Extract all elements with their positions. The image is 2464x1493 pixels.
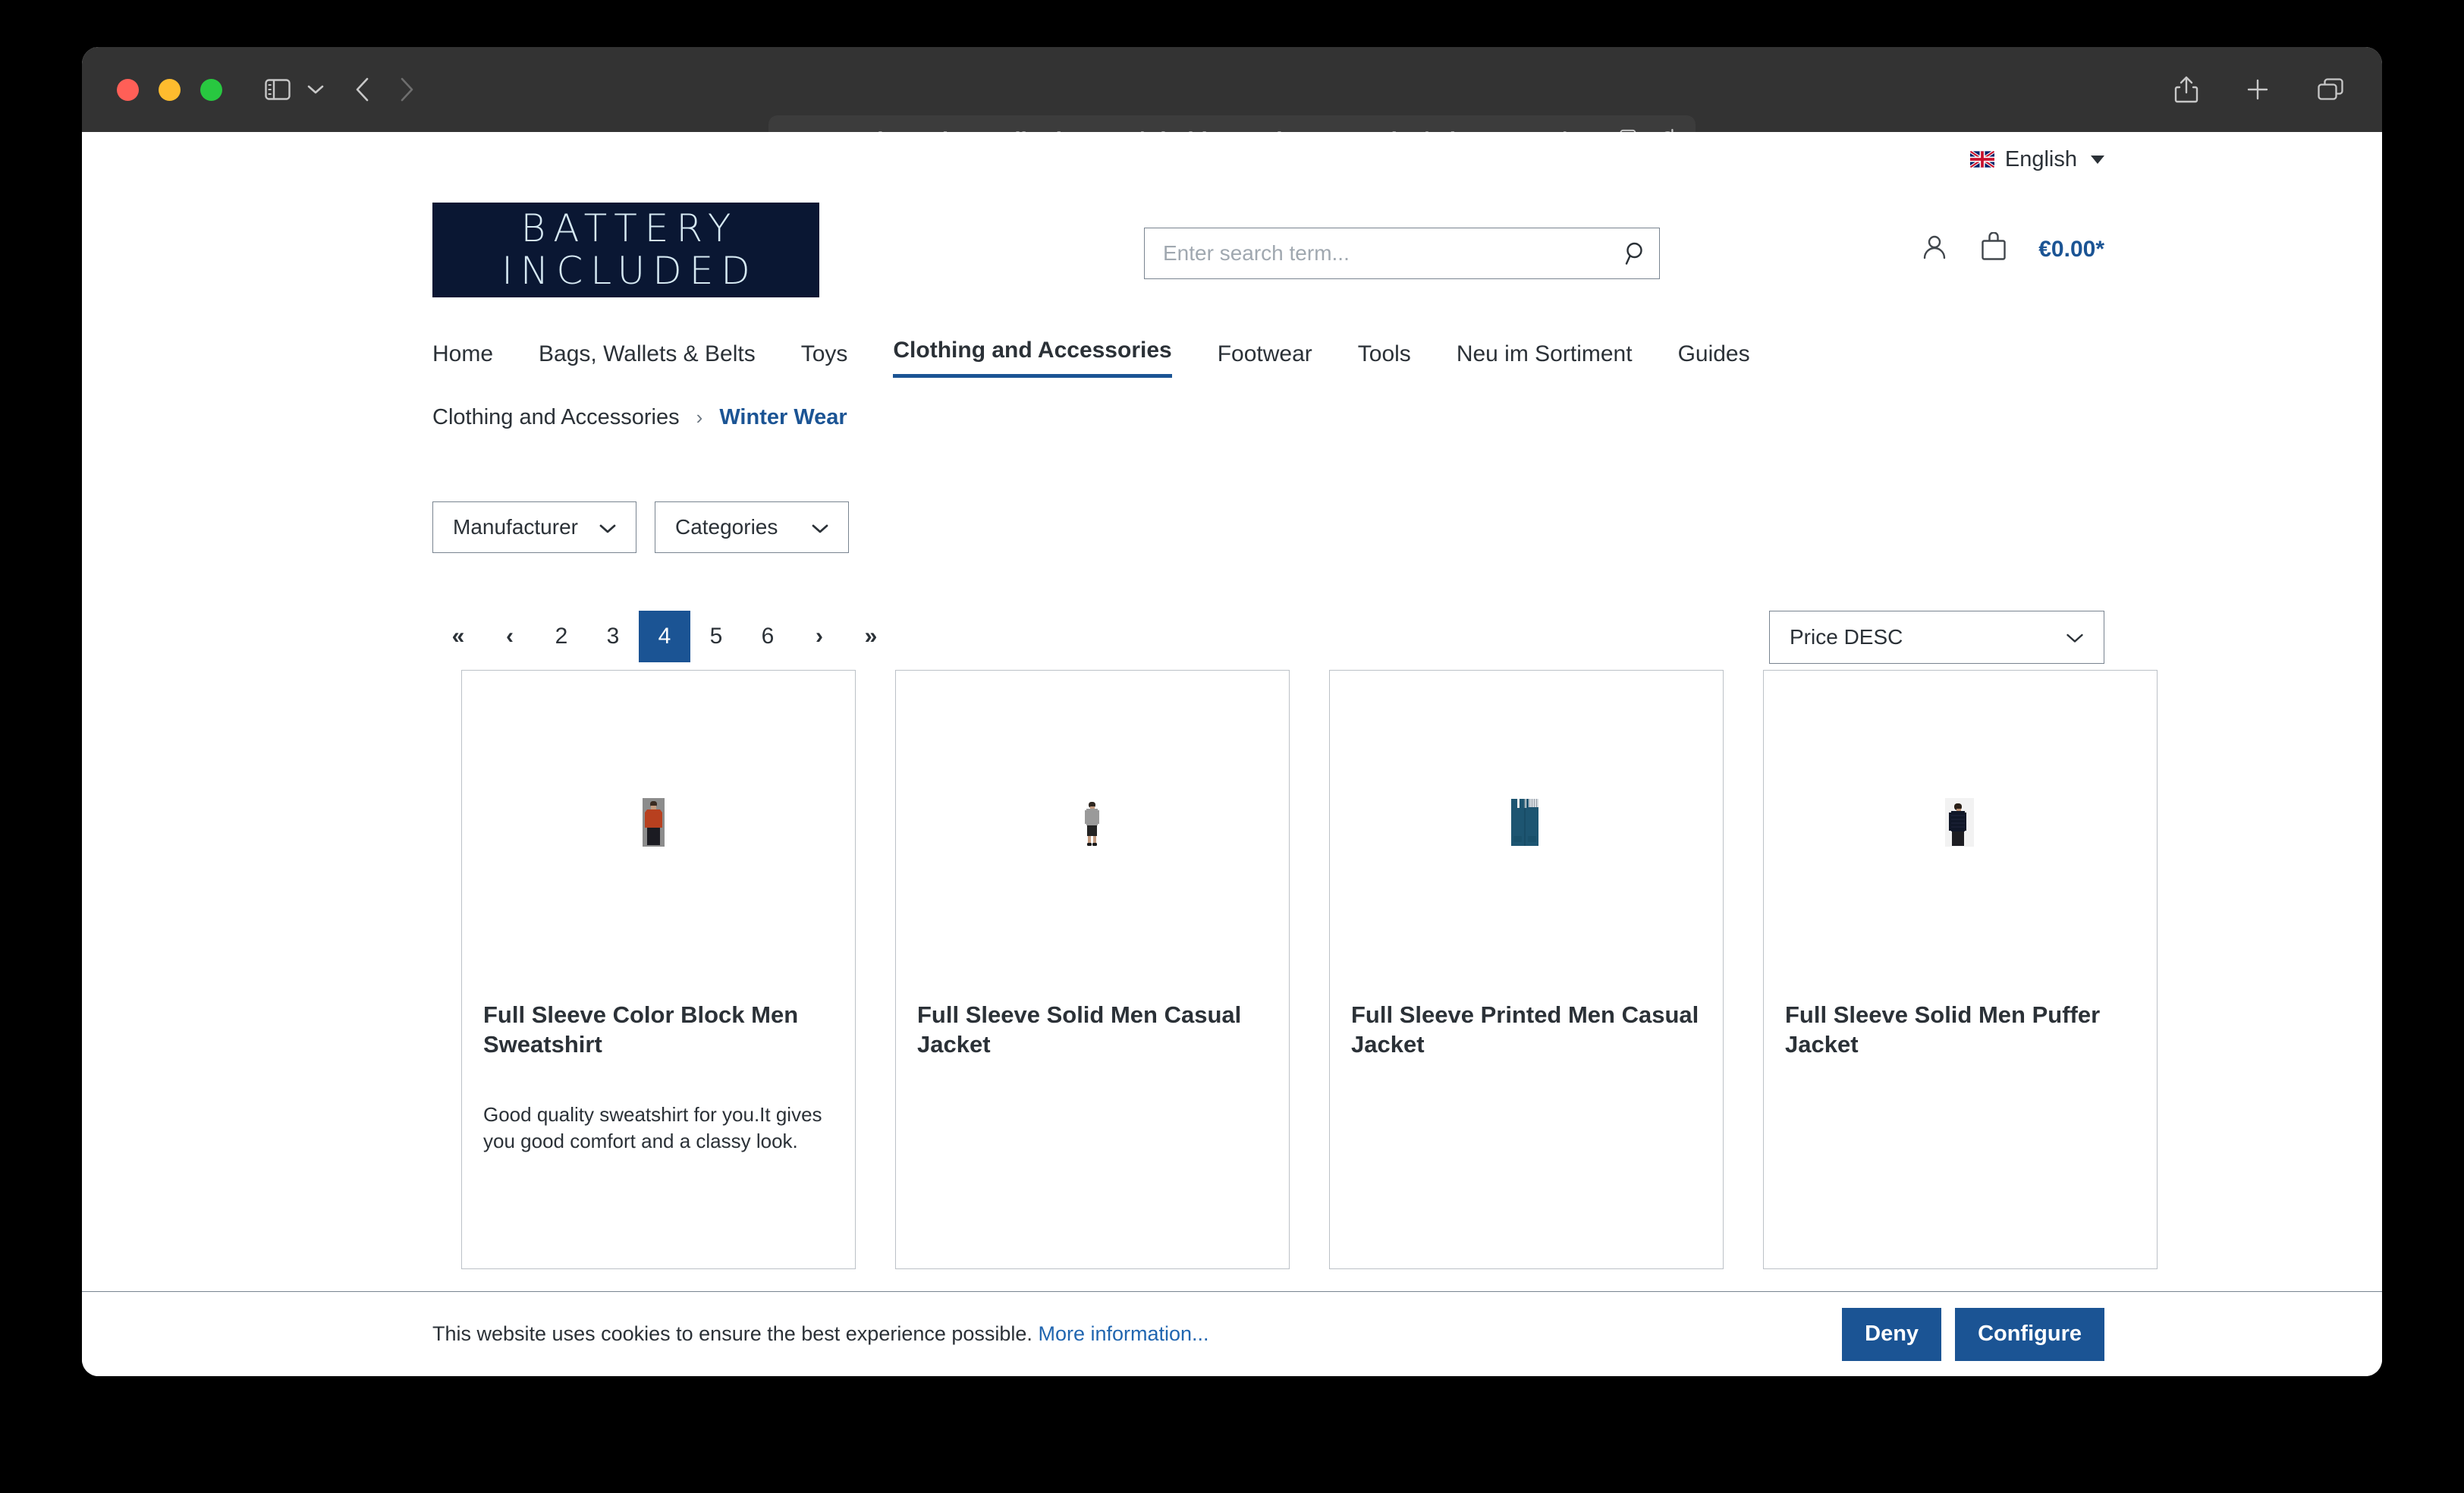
browser-titlebar: demoshop1.elio-dev.com/Clothing-and-Acce… (82, 47, 2382, 132)
sort-select[interactable]: Price DESC (1769, 611, 2104, 664)
product-image-jacket-teal (1501, 797, 1552, 848)
search-submit-button[interactable] (1623, 240, 1649, 266)
site-header: BATTERY INCLUDED (82, 176, 2382, 305)
product-image-container (1330, 671, 1723, 974)
maximize-window-button[interactable] (200, 79, 222, 101)
pagination-next[interactable]: › (794, 611, 845, 662)
product-description (1764, 1059, 2157, 1102)
page-viewport: English BATTERY INCLUDED (82, 132, 2382, 1376)
listing-controls: « ‹ 2 3 4 5 6 › » Price DESC (82, 553, 2382, 652)
nav-item-guides[interactable]: Guides (1678, 341, 1750, 378)
site-logo[interactable]: BATTERY INCLUDED (432, 203, 819, 297)
product-image-jacket-grey (1067, 797, 1118, 848)
filter-panel: Manufacturer Categories (82, 430, 2382, 553)
header-actions: €0.00* (1920, 232, 2104, 266)
configure-cookies-button[interactable]: Configure (1955, 1308, 2104, 1361)
cookie-banner-message: This website uses cookies to ensure the … (432, 1322, 1032, 1345)
product-description: Good quality sweatshirt for you.It gives… (462, 1059, 855, 1155)
pagination-page-2[interactable]: 2 (536, 611, 587, 662)
account-icon[interactable] (1920, 233, 1949, 266)
nav-item-toys[interactable]: Toys (801, 341, 848, 378)
cookie-banner-actions: Deny Configure (1842, 1308, 2104, 1361)
pagination-last[interactable]: » (845, 611, 897, 662)
product-description (1330, 1059, 1723, 1102)
sidebar-chevron-down-icon[interactable] (307, 84, 324, 95)
pagination-prev[interactable]: ‹ (484, 611, 536, 662)
product-card[interactable]: Full Sleeve Solid Men Puffer Jacket (1763, 670, 2158, 1269)
product-title[interactable]: Full Sleeve Printed Men Casual Jacket (1330, 974, 1723, 1059)
nav-item-tools[interactable]: Tools (1358, 341, 1411, 378)
search-container (1144, 228, 1660, 279)
chevron-down-icon (599, 515, 616, 539)
pagination-first[interactable]: « (432, 611, 484, 662)
filter-categories-label: Categories (675, 515, 778, 539)
search-input[interactable] (1144, 228, 1660, 279)
deny-cookies-button[interactable]: Deny (1842, 1308, 1941, 1361)
language-switcher[interactable]: English (1970, 147, 2104, 172)
new-tab-plus-icon[interactable] (2246, 77, 2270, 102)
product-card[interactable]: Full Sleeve Solid Men Casual Jacket (895, 670, 1290, 1269)
forward-arrow-icon[interactable] (398, 77, 415, 102)
share-icon[interactable] (2174, 75, 2198, 104)
product-image-sweatshirt-orange (633, 797, 684, 848)
product-grid: Full Sleeve Color Block Men Sweatshirt G… (82, 652, 2382, 1269)
pagination-page-6[interactable]: 6 (742, 611, 794, 662)
filter-manufacturer-label: Manufacturer (453, 515, 578, 539)
caret-down-icon (2091, 156, 2104, 164)
logo-line-1: BATTERY (514, 209, 739, 247)
chevron-down-icon (812, 515, 828, 539)
browser-window: demoshop1.elio-dev.com/Clothing-and-Acce… (82, 47, 2382, 1376)
product-title[interactable]: Full Sleeve Solid Men Puffer Jacket (1764, 974, 2157, 1059)
product-card[interactable]: Full Sleeve Printed Men Casual Jacket (1329, 670, 1724, 1269)
product-title[interactable]: Full Sleeve Color Block Men Sweatshirt (462, 974, 855, 1059)
product-title[interactable]: Full Sleeve Solid Men Casual Jacket (896, 974, 1289, 1059)
language-label: English (2005, 147, 2077, 172)
sidebar-toggle-icon[interactable] (265, 79, 291, 100)
close-window-button[interactable] (117, 79, 139, 101)
pagination-page-5[interactable]: 5 (690, 611, 742, 662)
cookie-more-information-link[interactable]: More information... (1038, 1322, 1208, 1345)
product-description (896, 1059, 1289, 1102)
breadcrumb-current[interactable]: Winter Wear (719, 405, 847, 430)
product-image-container (896, 671, 1289, 974)
minimize-window-button[interactable] (159, 79, 181, 101)
browser-toolbar-right (2174, 75, 2344, 104)
window-controls (117, 79, 222, 101)
product-image-container (462, 671, 855, 974)
chevron-down-icon (2066, 625, 2084, 649)
back-arrow-icon[interactable] (354, 77, 371, 102)
uk-flag-icon (1970, 151, 1994, 168)
filter-manufacturer-button[interactable]: Manufacturer (432, 501, 636, 553)
breadcrumb-parent[interactable]: Clothing and Accessories (432, 405, 680, 430)
nav-item-neu-im-sortiment[interactable]: Neu im Sortiment (1457, 341, 1633, 378)
breadcrumb: Clothing and Accessories › Winter Wear (82, 378, 2382, 430)
cookie-banner-text: This website uses cookies to ensure the … (432, 1322, 1209, 1346)
pagination-page-4[interactable]: 4 (639, 611, 690, 662)
nav-item-footwear[interactable]: Footwear (1218, 341, 1312, 378)
sort-select-value: Price DESC (1790, 625, 1903, 649)
sorting-container: Price DESC (1769, 611, 2104, 664)
main-navigation: Home Bags, Wallets & Belts Toys Clothing… (82, 305, 2382, 378)
product-image-puffer-navy (1934, 797, 1986, 848)
pagination-page-3[interactable]: 3 (587, 611, 639, 662)
breadcrumb-separator-icon: › (696, 406, 703, 429)
cart-icon[interactable] (1979, 232, 2008, 266)
product-card[interactable]: Full Sleeve Color Block Men Sweatshirt G… (461, 670, 856, 1269)
cookie-consent-banner: This website uses cookies to ensure the … (82, 1291, 2382, 1376)
logo-line-2: INCLUDED (494, 252, 758, 290)
nav-item-bags-wallets-belts[interactable]: Bags, Wallets & Belts (539, 341, 756, 378)
product-image-container (1764, 671, 2157, 974)
nav-item-home[interactable]: Home (432, 341, 493, 378)
tab-overview-icon[interactable] (2317, 77, 2344, 102)
utility-bar: English (82, 132, 2382, 176)
filter-categories-button[interactable]: Categories (655, 501, 849, 553)
nav-item-clothing-and-accessories[interactable]: Clothing and Accessories (893, 338, 1171, 378)
cart-total-label[interactable]: €0.00* (2038, 237, 2104, 262)
